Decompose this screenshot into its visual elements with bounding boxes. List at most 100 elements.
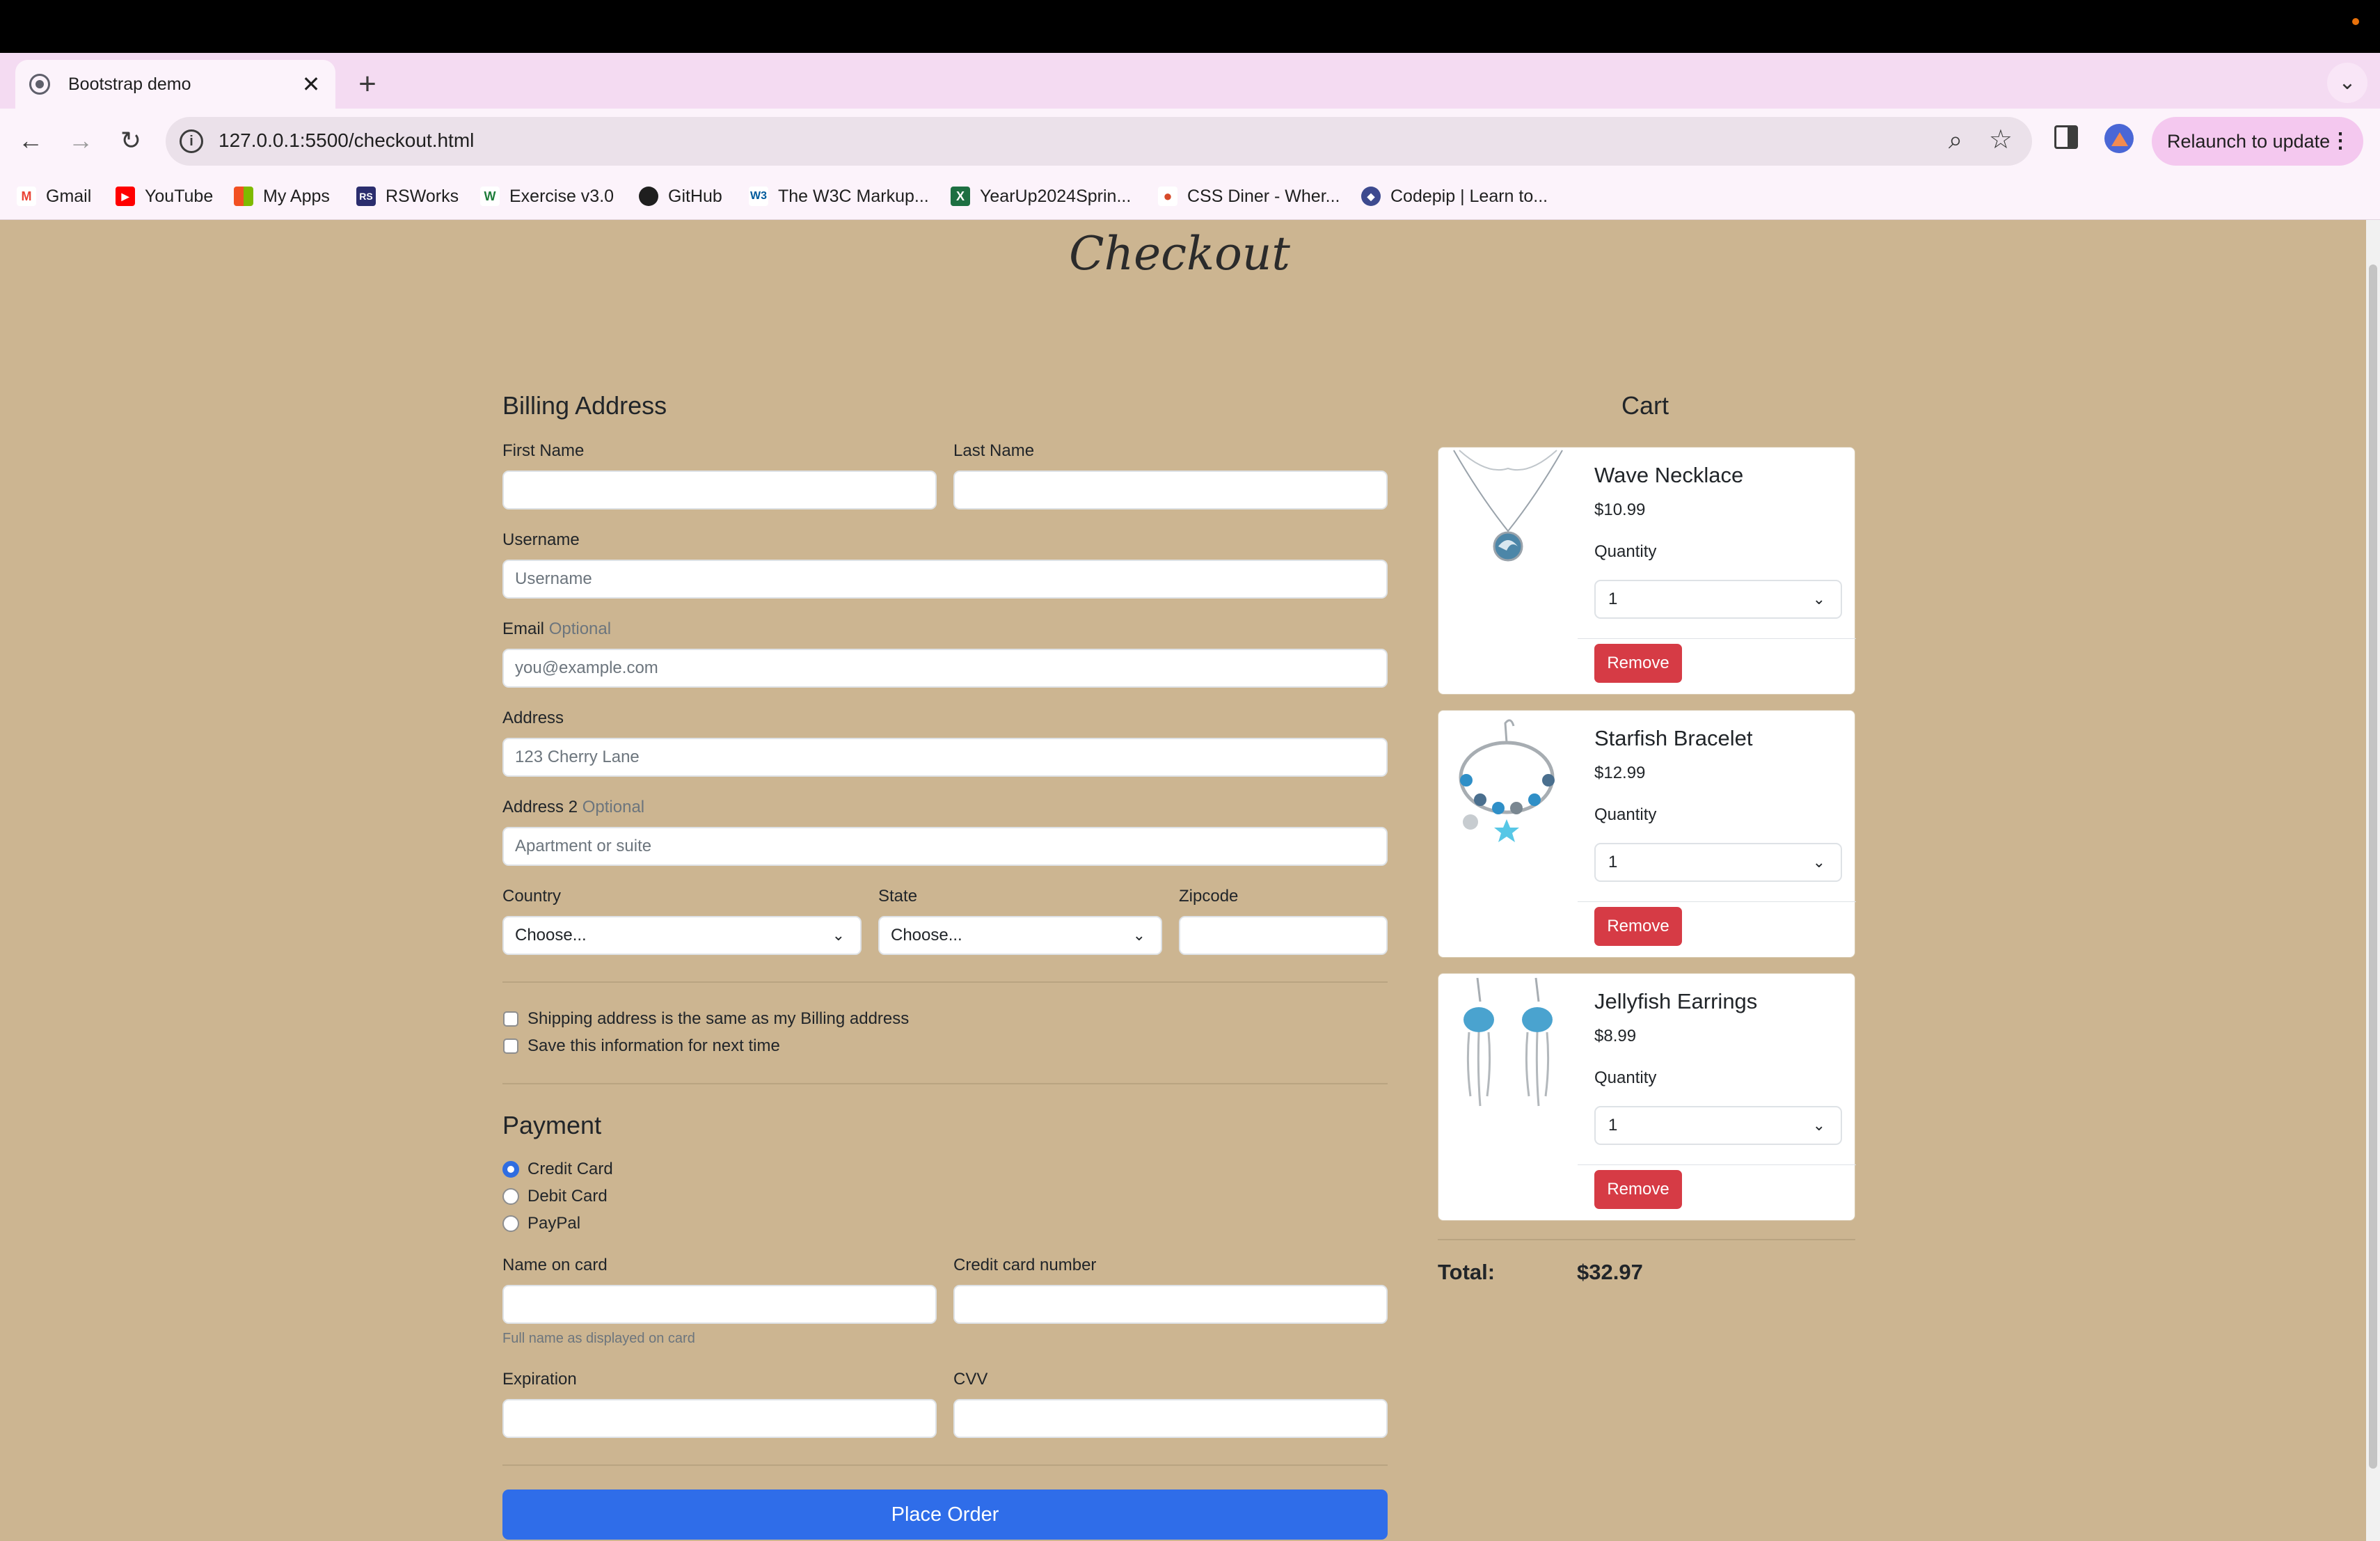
gmail-icon: M: [17, 187, 36, 206]
cvv-input[interactable]: [953, 1399, 1388, 1438]
chevron-down-icon: ⌄: [1812, 853, 1825, 871]
debit-card-label: Debit Card: [527, 1187, 608, 1206]
forward-button[interactable]: →: [63, 123, 99, 159]
bookmark-star-icon[interactable]: ☆: [1989, 124, 2013, 155]
item-name: Jellyfish Earrings: [1594, 989, 1758, 1013]
chevron-down-icon: ⌄: [1812, 590, 1825, 608]
page-content: Checkout Billing Address First Name Last…: [0, 220, 2366, 1541]
scrollbar-thumb[interactable]: [2369, 264, 2377, 1469]
expiration-label: Expiration: [502, 1370, 577, 1389]
credit-card-radio[interactable]: [502, 1161, 519, 1178]
back-button[interactable]: ←: [13, 123, 49, 159]
apps-grid-icon: [234, 187, 253, 206]
w-logo-icon: W: [480, 187, 500, 206]
payment-heading: Payment: [502, 1111, 602, 1139]
address2-input[interactable]: Apartment or suite: [502, 827, 1388, 866]
username-label: Username: [502, 530, 580, 549]
divider: [502, 1464, 1388, 1466]
site-info-icon[interactable]: i: [180, 129, 203, 153]
same-address-label: Shipping address is the same as my Billi…: [527, 1009, 910, 1028]
earrings-image: [1463, 977, 1553, 1107]
chevron-down-icon: ⌄: [1812, 1116, 1825, 1134]
cart-heading: Cart: [1621, 391, 1669, 420]
bookmark-item[interactable]: ● CSS Diner - Wher...: [1158, 184, 1340, 209]
youtube-icon: ▶: [116, 187, 135, 206]
last-name-input[interactable]: [953, 471, 1388, 509]
bookmark-item[interactable]: ◆ Codepip | Learn to...: [1361, 184, 1548, 209]
close-tab-icon[interactable]: ✕: [301, 71, 322, 97]
total-value: $32.97: [1577, 1260, 1643, 1284]
quantity-select[interactable]: 1 ⌄: [1594, 1106, 1842, 1145]
remove-button[interactable]: Remove: [1594, 644, 1682, 683]
quantity-select[interactable]: 1 ⌄: [1594, 580, 1842, 619]
bracelet-image: [1459, 719, 1555, 842]
state-label: State: [878, 887, 918, 906]
quantity-label: Quantity: [1594, 805, 1657, 824]
system-top-bar: [0, 0, 2380, 53]
item-name: Wave Necklace: [1594, 463, 1744, 487]
github-icon: [639, 187, 658, 206]
w3c-icon: W3: [749, 187, 768, 206]
debit-card-radio[interactable]: [502, 1188, 519, 1205]
total-label: Total:: [1438, 1260, 1496, 1284]
cc-number-label: Credit card number: [953, 1256, 1097, 1274]
item-price: $10.99: [1594, 500, 1646, 519]
cart-item: Wave Necklace $10.99 Quantity 1 ⌄ Remove: [1438, 447, 1856, 695]
tab-title: Bootstrap demo: [68, 74, 191, 94]
bookmark-item[interactable]: GitHub: [639, 184, 722, 209]
reload-button[interactable]: ↻: [113, 123, 149, 159]
browser-tab[interactable]: Bootstrap demo ✕: [15, 60, 335, 109]
credit-card-label: Credit Card: [527, 1160, 613, 1178]
bookmark-item[interactable]: My Apps: [234, 184, 330, 209]
save-info-checkbox[interactable]: [503, 1038, 518, 1054]
page-title: Checkout: [1069, 227, 1290, 280]
card-divider: [1578, 901, 1856, 902]
expiration-input[interactable]: [502, 1399, 937, 1438]
same-address-checkbox[interactable]: [503, 1011, 518, 1027]
paypal-label: PayPal: [527, 1214, 581, 1233]
username-input[interactable]: Username: [502, 560, 1388, 599]
cc-number-input[interactable]: [953, 1285, 1388, 1324]
name-on-card-help: Full name as displayed on card: [502, 1331, 695, 1346]
card-divider: [1578, 1164, 1856, 1165]
bookmark-item[interactable]: ▶ YouTube: [116, 184, 213, 209]
quantity-label: Quantity: [1594, 1068, 1657, 1087]
remove-button[interactable]: Remove: [1594, 1170, 1682, 1209]
bookmark-item[interactable]: RS RSWorks: [356, 184, 459, 209]
country-select[interactable]: Choose... ⌄: [502, 916, 862, 955]
email-label: Email Optional: [502, 619, 612, 638]
quantity-label: Quantity: [1594, 542, 1657, 561]
address2-label: Address 2 Optional: [502, 798, 645, 816]
first-name-input[interactable]: [502, 471, 937, 509]
chevron-down-icon: ⌄: [832, 926, 845, 944]
place-order-button[interactable]: Place Order: [502, 1489, 1388, 1540]
menu-dots-icon[interactable]: ⋮: [2330, 117, 2351, 166]
paypal-radio[interactable]: [502, 1215, 519, 1232]
profile-avatar[interactable]: [2104, 124, 2134, 153]
quantity-select[interactable]: 1 ⌄: [1594, 843, 1842, 882]
cart-item: Jellyfish Earrings $8.99 Quantity 1 ⌄ Rem…: [1438, 973, 1856, 1221]
bookmark-item[interactable]: M Gmail: [17, 184, 91, 209]
state-select[interactable]: Choose... ⌄: [878, 916, 1162, 955]
relaunch-label: Relaunch to update: [2167, 131, 2331, 152]
new-tab-button[interactable]: +: [354, 61, 381, 107]
email-input[interactable]: you@example.com: [502, 649, 1388, 688]
zoom-icon[interactable]: ⌕: [1949, 125, 1962, 155]
zipcode-input[interactable]: [1179, 916, 1388, 955]
bookmark-item[interactable]: X YearUp2024Sprin...: [951, 184, 1131, 209]
zipcode-label: Zipcode: [1179, 887, 1239, 906]
tab-search-button[interactable]: ⌄: [2327, 63, 2367, 103]
remove-button[interactable]: Remove: [1594, 907, 1682, 946]
card-divider: [1578, 638, 1856, 639]
bookmark-item[interactable]: W3 The W3C Markup...: [749, 184, 929, 209]
codepip-icon: ◆: [1361, 187, 1381, 206]
address-input[interactable]: 123 Cherry Lane: [502, 738, 1388, 777]
divider: [1438, 1239, 1855, 1240]
relaunch-button[interactable]: Relaunch to update ⋮: [2152, 117, 2363, 166]
bookmark-item[interactable]: W Exercise v3.0: [480, 184, 614, 209]
name-on-card-input[interactable]: [502, 1285, 937, 1324]
side-panel-icon[interactable]: [2054, 125, 2078, 149]
item-name: Starfish Bracelet: [1594, 726, 1753, 750]
url-text[interactable]: 127.0.0.1:5500/checkout.html: [219, 129, 474, 152]
address-bar[interactable]: i 127.0.0.1:5500/checkout.html ⌕ ☆: [166, 117, 2032, 166]
